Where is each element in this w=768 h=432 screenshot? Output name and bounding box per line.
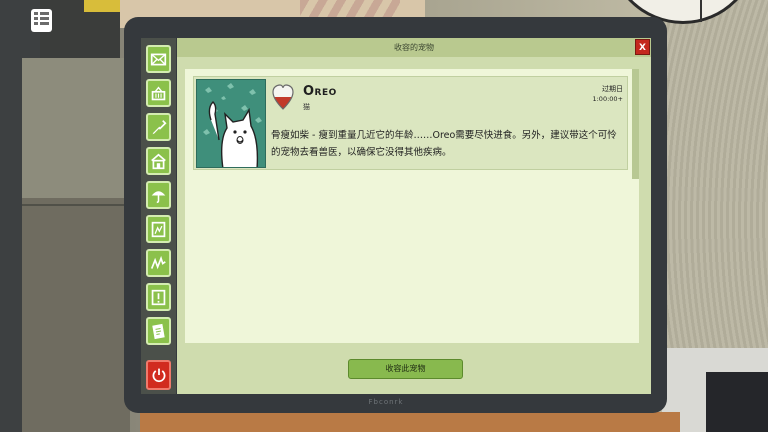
sidebar-item-mail[interactable]	[146, 45, 171, 73]
background-left-wall	[22, 58, 132, 198]
adopt-pet-button[interactable]: 收容此宠物	[348, 359, 463, 379]
sidebar-item-dig[interactable]	[146, 113, 171, 141]
desk	[140, 412, 680, 432]
health-heart-icon	[272, 84, 294, 110]
notes-icon	[152, 323, 165, 339]
sidebar-item-alerts[interactable]	[146, 283, 171, 311]
sidebar-item-pets[interactable]	[146, 215, 171, 243]
sidebar-item-notes[interactable]	[146, 317, 171, 345]
window-title: 收容的宠物	[394, 43, 434, 52]
scrollbar[interactable]	[632, 69, 639, 179]
stats-graph-icon	[150, 255, 166, 269]
background-left-divider	[22, 204, 130, 206]
expiry-label: 过期日	[602, 85, 623, 93]
alert-icon	[151, 289, 166, 305]
pet-name: Oreo	[303, 84, 337, 99]
umbrella-icon	[151, 190, 166, 203]
background-dark-box	[706, 372, 768, 432]
pet-photo	[196, 79, 266, 168]
shelter-house-icon	[151, 153, 166, 169]
shovel-icon	[152, 119, 167, 134]
sidebar-item-stats[interactable]	[146, 249, 171, 277]
sidebar-item-weather[interactable]	[146, 181, 171, 209]
close-button[interactable]: X	[635, 39, 650, 55]
power-icon	[152, 368, 165, 382]
power-button[interactable]	[146, 360, 171, 390]
shop-basket-icon	[151, 85, 166, 100]
monitor-brand-label: Fbconrk	[368, 398, 404, 406]
mail-icon	[150, 53, 167, 65]
pet-photo-icon	[151, 221, 166, 237]
expiry-timer: 1:00:00+	[592, 95, 623, 103]
clock-hand	[700, 0, 702, 22]
menu-list-icon[interactable]	[31, 9, 52, 32]
sidebar-item-shop[interactable]	[146, 79, 171, 107]
pet-species: 猫	[303, 103, 310, 111]
background-yellow-object	[84, 0, 120, 12]
background-left-panel	[22, 198, 130, 432]
sidebar-item-shelter[interactable]	[146, 147, 171, 175]
pet-description: 骨瘦如柴 - 瘦到重量几近它的年龄……Oreo需要尽快进食。另外，建议带这个可怜…	[271, 130, 617, 158]
